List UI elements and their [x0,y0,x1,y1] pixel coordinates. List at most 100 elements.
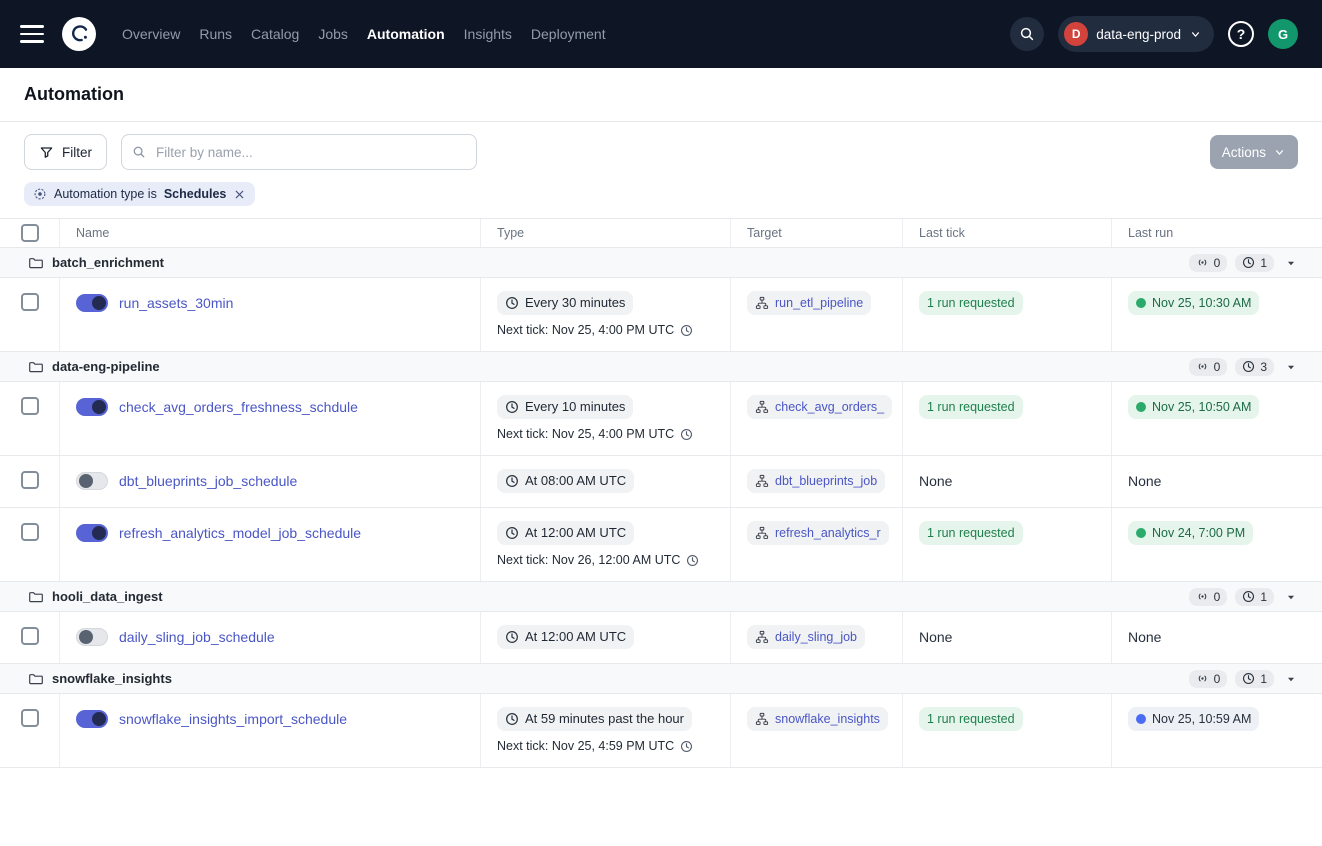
target-link[interactable]: refresh_analytics_r [747,521,889,545]
clock-icon [680,324,693,337]
select-all-checkbox[interactable] [21,224,39,242]
folder-icon [28,255,44,271]
nav-item-overview[interactable]: Overview [122,20,180,48]
nav-item-catalog[interactable]: Catalog [251,20,299,48]
group-row: snowflake_insights 0 1 [0,664,1322,694]
last-run-badge[interactable]: Nov 24, 7:00 PM [1128,521,1253,545]
last-tick-badge[interactable]: 1 run requested [919,707,1023,731]
row-checkbox[interactable] [21,523,39,541]
target-link[interactable]: daily_sling_job [747,625,865,649]
sensor-icon [1196,590,1209,603]
group-row: batch_enrichment 0 1 [0,248,1322,278]
schedule-name-link[interactable]: check_avg_orders_freshness_schdule [119,395,358,419]
column-header-type: Type [481,219,731,247]
folder-icon [28,359,44,375]
run-status-dot [1136,528,1146,538]
global-search-button[interactable] [1010,17,1044,51]
table-row: run_assets_30min Every 30 minutes Next t… [0,278,1322,352]
job-icon [755,526,769,540]
sensor-count-badge: 0 [1189,588,1228,606]
clock-icon [505,630,519,644]
last-run-none: None [1128,469,1161,493]
job-icon [755,296,769,310]
nav-item-jobs[interactable]: Jobs [318,20,348,48]
target-link[interactable]: run_etl_pipeline [747,291,871,315]
next-tick-text: Next tick: Nov 25, 4:00 PM UTC [497,427,693,441]
folder-icon [28,671,44,687]
actions-button[interactable]: Actions [1210,135,1298,169]
sensor-count-badge: 0 [1189,670,1228,688]
schedule-interval-badge: At 08:00 AM UTC [497,469,634,493]
group-name: snowflake_insights [52,671,172,686]
schedule-toggle[interactable] [76,524,108,542]
target-link[interactable]: check_avg_orders_ [747,395,892,419]
schedule-name-link[interactable]: daily_sling_job_schedule [119,625,275,649]
name-filter-box [121,134,477,170]
last-tick-badge[interactable]: 1 run requested [919,395,1023,419]
group-name: batch_enrichment [52,255,164,270]
dagster-logo[interactable] [62,17,96,51]
schedule-toggle[interactable] [76,472,108,490]
group-name: data-eng-pipeline [52,359,160,374]
clock-icon [505,400,519,414]
schedule-count-badge: 1 [1235,588,1274,606]
group-expand-button[interactable] [1282,670,1300,688]
target-link[interactable]: dbt_blueprints_job [747,469,885,493]
schedule-toggle[interactable] [76,710,108,728]
group-expand-button[interactable] [1282,254,1300,272]
row-checkbox[interactable] [21,627,39,645]
schedule-toggle[interactable] [76,628,108,646]
table-row: check_avg_orders_freshness_schdule Every… [0,382,1322,456]
help-button[interactable]: ? [1228,21,1254,47]
top-nav: Overview Runs Catalog Jobs Automation In… [0,0,1322,68]
target-link[interactable]: snowflake_insights [747,707,888,731]
clock-icon [1242,590,1255,603]
table-row: dbt_blueprints_job_schedule At 08:00 AM … [0,456,1322,508]
group-row: hooli_data_ingest 0 1 [0,582,1322,612]
job-icon [755,712,769,726]
nav-item-deployment[interactable]: Deployment [531,20,606,48]
page-title: Automation [24,84,124,105]
schedule-name-link[interactable]: refresh_analytics_model_job_schedule [119,521,361,545]
filter-button[interactable]: Filter [24,134,107,170]
user-avatar[interactable]: G [1268,19,1298,49]
name-filter-input[interactable] [154,144,466,161]
row-checkbox[interactable] [21,471,39,489]
search-icon [1019,26,1035,42]
sensor-count-badge: 0 [1189,254,1228,272]
group-expand-button[interactable] [1282,358,1300,376]
schedule-name-link[interactable]: dbt_blueprints_job_schedule [119,469,297,493]
schedule-toggle[interactable] [76,398,108,416]
job-icon [755,400,769,414]
last-tick-badge[interactable]: 1 run requested [919,521,1023,545]
caret-down-icon [1284,672,1298,686]
last-tick-badge[interactable]: 1 run requested [919,291,1023,315]
schedule-count-badge: 3 [1235,358,1274,376]
clock-icon [1242,672,1255,685]
last-run-badge[interactable]: Nov 25, 10:59 AM [1128,707,1259,731]
schedule-name-link[interactable]: run_assets_30min [119,291,233,315]
main-nav: Overview Runs Catalog Jobs Automation In… [122,20,606,48]
last-run-badge[interactable]: Nov 25, 10:50 AM [1128,395,1259,419]
row-checkbox[interactable] [21,709,39,727]
workspace-switcher[interactable]: D data-eng-prod [1058,16,1214,52]
group-expand-button[interactable] [1282,588,1300,606]
remove-filter-icon[interactable] [233,188,246,201]
automation-type-filter-chip: Automation type is Schedules [24,182,255,206]
row-checkbox[interactable] [21,397,39,415]
schedule-name-link[interactable]: snowflake_insights_import_schedule [119,707,347,731]
active-filters-row: Automation type is Schedules [0,180,1322,218]
run-status-dot [1136,714,1146,724]
hamburger-menu-icon[interactable] [20,25,44,43]
row-checkbox[interactable] [21,293,39,311]
schedule-toggle[interactable] [76,294,108,312]
last-run-badge[interactable]: Nov 25, 10:30 AM [1128,291,1259,315]
nav-item-insights[interactable]: Insights [464,20,512,48]
last-run-none: None [1128,625,1161,649]
job-icon [755,630,769,644]
nav-item-automation[interactable]: Automation [367,20,445,48]
schedule-interval-badge: At 12:00 AM UTC [497,521,634,545]
nav-item-runs[interactable]: Runs [199,20,232,48]
automation-type-icon [33,187,47,201]
workspace-badge: D [1064,22,1088,46]
